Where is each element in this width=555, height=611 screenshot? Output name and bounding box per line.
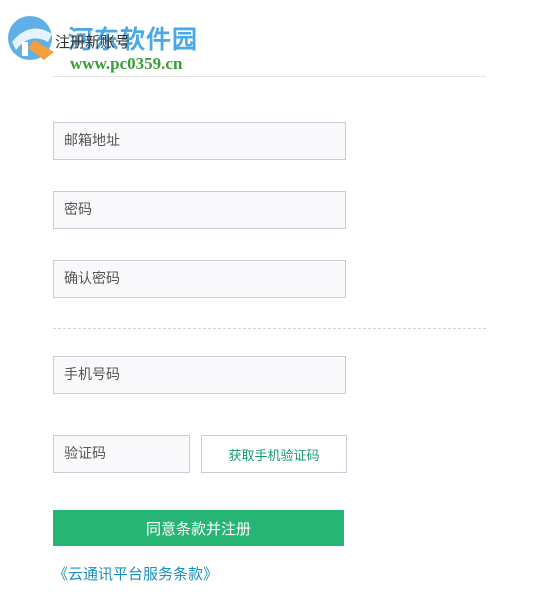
agree-and-register-button[interactable]: 同意条款并注册 — [53, 510, 344, 546]
terms-of-service-link[interactable]: 《云通讯平台服务条款》 — [53, 563, 218, 584]
get-sms-code-button[interactable]: 获取手机验证码 — [201, 435, 347, 473]
email-field[interactable] — [53, 122, 346, 160]
watermark-logo-icon — [8, 16, 54, 60]
section-divider — [53, 328, 486, 329]
phone-field[interactable] — [53, 356, 346, 394]
verification-code-field[interactable] — [53, 435, 190, 473]
password-field[interactable] — [53, 191, 346, 229]
title-divider — [53, 76, 486, 77]
confirm-password-field[interactable] — [53, 260, 346, 298]
watermark-site-url: www.pc0359.cn — [70, 54, 183, 73]
page-title: 注册新账号 — [55, 33, 131, 51]
